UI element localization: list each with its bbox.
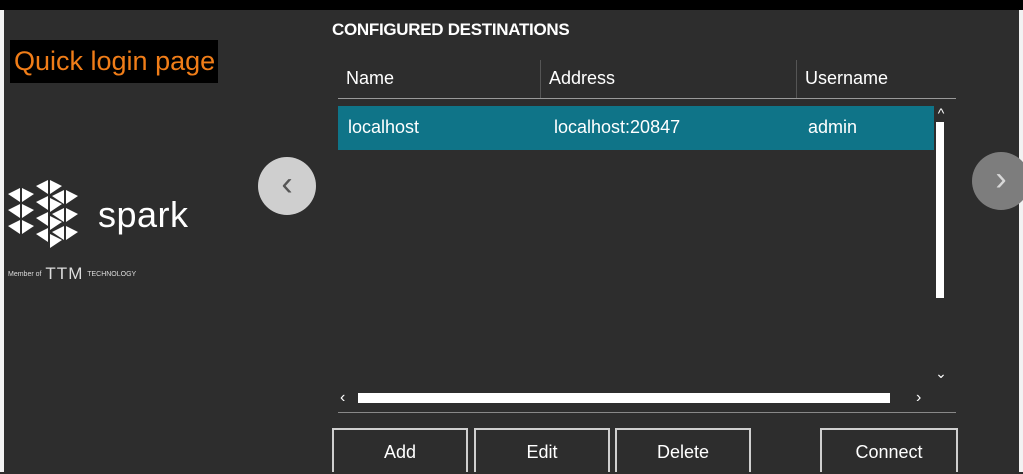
destinations-header: Name Address Username — [338, 60, 956, 98]
cell-address: localhost:20847 — [554, 117, 681, 137]
chevron-right-icon: › — [995, 160, 1007, 198]
chevron-down-icon[interactable]: ⌄ — [934, 366, 948, 380]
window-top-bar — [0, 0, 1023, 10]
ttm-mark: TTM — [45, 264, 84, 283]
connect-button[interactable]: Connect — [820, 428, 958, 472]
spark-logo: spark Member of TTM TECHNOLOGY — [6, 176, 226, 286]
column-header-name[interactable]: Name — [338, 60, 540, 98]
previous-button[interactable]: ‹ — [258, 157, 316, 215]
page-title: Quick login page — [10, 40, 218, 83]
next-button[interactable]: › — [972, 152, 1023, 210]
member-prefix: Member of — [8, 270, 42, 278]
list-bottom-divider — [338, 412, 956, 413]
table-row[interactable]: localhost localhost:20847 admin — [338, 106, 934, 150]
window-frame-left — [0, 10, 4, 472]
scroll-right-icon[interactable]: › — [916, 388, 921, 408]
spark-logo-icon — [8, 180, 78, 248]
chevron-up-icon[interactable]: ^ — [934, 106, 948, 120]
column-header-username[interactable]: Username — [796, 60, 956, 98]
column-header-address[interactable]: Address — [540, 60, 796, 98]
header-divider — [338, 98, 956, 99]
logo-text: spark — [98, 194, 189, 235]
horizontal-scrollbar[interactable]: ‹ › — [338, 388, 934, 408]
member-of-ttm: Member of TTM TECHNOLOGY — [8, 264, 136, 284]
vertical-scrollbar[interactable]: ^ ⌄ — [934, 106, 948, 388]
destinations-list: localhost localhost:20847 admin — [338, 106, 934, 388]
vertical-scroll-thumb[interactable] — [936, 122, 944, 298]
cell-username: admin — [808, 117, 858, 137]
section-title: CONFIGURED DESTINATIONS — [332, 20, 570, 39]
chevron-left-icon: ‹ — [281, 165, 293, 203]
delete-button[interactable]: Delete — [615, 428, 751, 472]
horizontal-scroll-thumb[interactable] — [358, 393, 890, 403]
technology-label: TECHNOLOGY — [87, 270, 137, 278]
scroll-left-icon[interactable]: ‹ — [340, 388, 345, 408]
window-frame-right — [1019, 10, 1023, 472]
edit-button[interactable]: Edit — [474, 428, 610, 472]
cell-name: localhost — [348, 117, 420, 137]
add-button[interactable]: Add — [332, 428, 468, 472]
